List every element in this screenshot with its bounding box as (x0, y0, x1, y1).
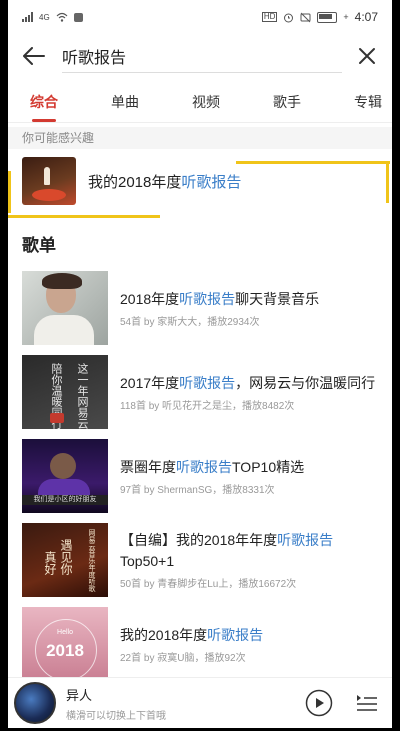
search-bar (8, 34, 392, 78)
result-tabs: 综合 单曲 视频 歌手 专辑 (8, 78, 392, 123)
suggestion-cover (22, 157, 76, 205)
playlist-item[interactable]: 我们是小区的好朋友 票圈年度听歌报告TOP10精选 97首 by Sherman… (8, 436, 392, 516)
playlist-title: 2017年度听歌报告，网易云与你温暖同行 (120, 374, 376, 391)
playlist-title: 我的2018年度听歌报告 (120, 626, 264, 643)
playlist-meta: 22首 by 寂寞U脑，播放92次 (120, 652, 246, 664)
playlist-meta: 50首 by 青春脚步在Lu上，播放16672次 (120, 579, 297, 590)
tab-videos[interactable]: 视频 (192, 84, 220, 122)
playlist-cover: 我们是小区的好朋友 (22, 439, 108, 513)
wifi-icon (56, 12, 68, 22)
mini-player[interactable]: 异人 横滑可以切换上下首哦 (8, 677, 392, 728)
playlist-item[interactable]: 陪你温暖同行 这一年网易云 2017年度听歌报告，网易云与你温暖同行 118首 … (8, 352, 392, 432)
mute-icon (300, 12, 311, 22)
search-input[interactable] (62, 39, 342, 73)
playlist-meta: 54首 by 家斯大大，播放2934次 (120, 316, 260, 328)
network-label: 4G (39, 12, 50, 22)
clock: 4:07 (354, 10, 378, 24)
alarm-icon (284, 13, 294, 22)
status-bar: 4G HD + 4:07 (8, 0, 392, 34)
status-left: 4G (22, 12, 83, 22)
status-right: HD + 4:07 (261, 10, 378, 24)
highlight-frame-bottom (8, 215, 160, 218)
playlist-cover: Hello 2018 (22, 607, 108, 681)
playlist-title: 【自编】我的2018年年度听歌报告 Top50+1 (120, 532, 334, 569)
highlight-frame-left (8, 171, 11, 213)
play-icon (305, 689, 333, 717)
playlist-title: 票圈年度听歌报告TOP10精选 (120, 458, 305, 475)
tab-artists[interactable]: 歌手 (273, 84, 301, 122)
suggestion-title: 我的2018年度听歌报告 (88, 173, 242, 191)
app-screen: 4G HD + 4:07 综合 单曲 视频 歌手 专辑 你可能感兴趣 (8, 0, 392, 728)
playlist-meta: 97首 by ShermanSG，播放8331次 (120, 484, 275, 496)
playlist-meta: 118首 by 听见花开之是尘，播放8482次 (120, 400, 295, 412)
play-button[interactable] (304, 688, 334, 718)
highlight-frame-top (236, 161, 390, 164)
playlist-item[interactable]: 2018年度听歌报告聊天背景音乐 54首 by 家斯大大，播放2934次 (8, 268, 392, 348)
playlist-item[interactable]: Hello 2018 我的2018年度听歌报告 22首 by 寂寞U脑，播放92次 (8, 604, 392, 684)
now-playing-title: 异人 (66, 687, 93, 703)
battery-icon (317, 11, 338, 23)
suggestion-header: 你可能感兴趣 (8, 127, 392, 149)
clear-search-button[interactable] (354, 43, 380, 69)
app-notify-icon (73, 12, 83, 22)
playlist-queue-button[interactable] (352, 688, 382, 718)
arrow-left-icon (23, 47, 45, 65)
playlist-cover: 遇见你 真好 网易云音乐年度听歌 (22, 523, 108, 597)
charging-icon: + (343, 12, 349, 22)
suggestion-item[interactable]: 我的2018年度听歌报告 (8, 149, 392, 218)
tab-songs[interactable]: 单曲 (111, 84, 139, 122)
now-playing-hint: 横滑可以切换上下首哦 (66, 710, 166, 722)
playlists-section-title: 歌单 (22, 236, 56, 255)
playlist-cover (22, 271, 108, 345)
playlist-title: 2018年度听歌报告聊天背景音乐 (120, 290, 320, 307)
hd-icon: HD (261, 12, 278, 22)
queue-list-icon (357, 695, 377, 711)
highlight-frame-right (386, 161, 389, 203)
tab-comprehensive[interactable]: 综合 (30, 84, 58, 122)
tab-albums[interactable]: 专辑 (354, 84, 382, 122)
close-icon (359, 48, 375, 64)
now-playing-cover[interactable] (14, 682, 56, 724)
back-button[interactable] (20, 42, 48, 70)
playlist-item[interactable]: 遇见你 真好 网易云音乐年度听歌 【自编】我的2018年年度听歌报告 Top50+… (8, 520, 392, 600)
signal-icon (22, 12, 33, 22)
playlist-cover: 陪你温暖同行 这一年网易云 (22, 355, 108, 429)
